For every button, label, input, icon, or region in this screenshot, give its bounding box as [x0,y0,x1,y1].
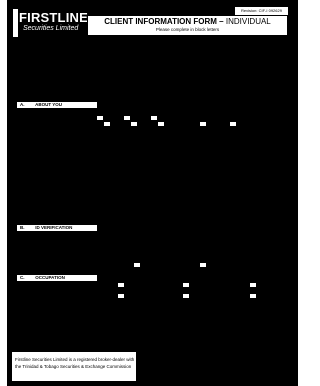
regulatory-notice: Firstline Securities Limited is a regist… [11,351,137,382]
section-label: ID VERIFICATION [35,225,73,230]
form-title-main: CLIENT INFORMATION FORM – [104,17,224,26]
checkbox[interactable] [151,116,157,120]
form-title-type: INDIVIDUAL [225,17,271,26]
checkbox[interactable] [200,122,206,126]
checkbox[interactable] [200,263,206,267]
checkbox[interactable] [118,294,124,298]
checkbox[interactable] [250,283,256,287]
logo-wordmark: FIRSTLINE [19,10,88,25]
checkbox[interactable] [183,283,189,287]
form-subtitle: Please complete in block letters [155,27,220,32]
logo-mark [13,9,18,37]
section-header-occupation: C. OCCUPATION [17,275,97,281]
regulatory-notice-line-1: Firstline Securities Limited is a regist… [15,357,135,362]
form-page: FIRSTLINE Securities Limited Revision: C… [7,0,298,386]
checkbox[interactable] [104,122,110,126]
section-letter: A. [20,102,25,107]
section-letter: C. [20,275,25,280]
form-title-box: CLIENT INFORMATION FORM – INDIVIDUAL Ple… [87,15,288,36]
section-label: OCCUPATION [35,275,65,280]
checkbox[interactable] [118,283,124,287]
section-header-id-verification: B. ID VERIFICATION [17,225,97,231]
logo-tagline: Securities Limited [23,25,79,32]
checkbox[interactable] [124,116,130,120]
revision-label: Revision: CIF-I 092629 [235,7,288,15]
section-label: ABOUT YOU [35,102,63,107]
section-letter: B. [20,225,25,230]
checkbox[interactable] [131,122,137,126]
firstline-logo: FIRSTLINE Securities Limited [13,9,88,39]
checkbox[interactable] [158,122,164,126]
section-header-about-you: A. ABOUT YOU [17,102,97,108]
regulatory-notice-line-2: the Trinidad & Tobago Securities & Excha… [15,364,132,369]
checkbox[interactable] [134,263,140,267]
checkbox[interactable] [183,294,189,298]
form-title: CLIENT INFORMATION FORM – INDIVIDUAL [88,16,287,27]
checkbox[interactable] [97,116,103,120]
checkbox[interactable] [230,122,236,126]
checkbox[interactable] [250,294,256,298]
